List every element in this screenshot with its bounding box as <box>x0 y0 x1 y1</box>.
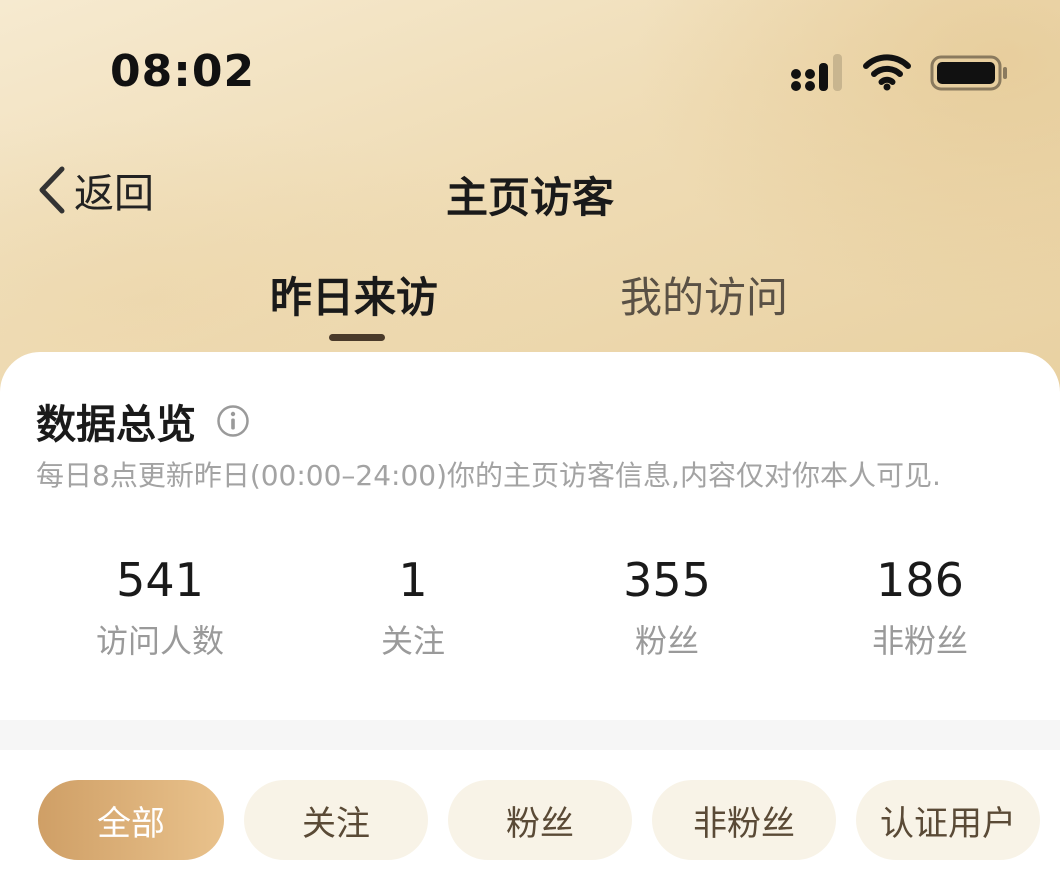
stat-value: 355 <box>623 553 711 607</box>
tab-yesterday-visits[interactable]: 昨日来访 <box>270 264 438 325</box>
stat-label: 非粉丝 <box>871 622 968 660</box>
overview-description: 每日8点更新昨日(00:00–24:00)你的主页访客信息,内容仅对你本人可见. <box>36 459 941 492</box>
stat-label: 访问人数 <box>95 622 224 660</box>
stat-non-fans[interactable]: 186 非粉丝 <box>800 548 1040 662</box>
section-divider <box>0 720 1060 750</box>
stat-following[interactable]: 1 关注 <box>293 548 533 662</box>
stat-visitors[interactable]: 541 访问人数 <box>40 548 280 662</box>
filter-fans-chip[interactable]: 粉丝 <box>448 780 632 860</box>
cellular-signal-icon <box>791 54 842 91</box>
stat-label: 关注 <box>380 622 445 660</box>
stats-row: 541 访问人数 1 关注 355 粉丝 186 非粉丝 <box>0 548 1060 668</box>
stat-value: 186 <box>876 553 964 607</box>
stat-label: 粉丝 <box>634 622 699 660</box>
page-title: 主页访客 <box>445 173 614 222</box>
overview-title: 数据总览 <box>36 402 196 448</box>
stat-value: 1 <box>398 553 428 607</box>
filter-all-chip[interactable]: 全部 <box>38 780 224 860</box>
wifi-icon <box>863 54 911 91</box>
active-tab-indicator <box>329 334 385 341</box>
filter-verified-chip[interactable]: 认证用户 <box>856 780 1040 860</box>
stat-fans[interactable]: 355 粉丝 <box>547 548 787 662</box>
info-circle-icon[interactable] <box>216 404 250 438</box>
filter-following-chip[interactable]: 关注 <box>244 780 428 860</box>
filter-non-fans-chip[interactable]: 非粉丝 <box>652 780 836 860</box>
stat-value: 541 <box>116 553 204 607</box>
battery-icon <box>930 55 1007 91</box>
overview-card: 数据总览 每日8点更新昨日(00:00–24:00)你的主页访客信息,内容仅对你… <box>0 352 1060 720</box>
status-time: 08:02 <box>110 46 256 97</box>
tab-my-visits[interactable]: 我的访问 <box>620 264 788 325</box>
overview-title-row: 数据总览 <box>36 392 250 450</box>
filter-bar: 全部 关注 粉丝 非粉丝 认证用户 <box>0 750 1060 882</box>
